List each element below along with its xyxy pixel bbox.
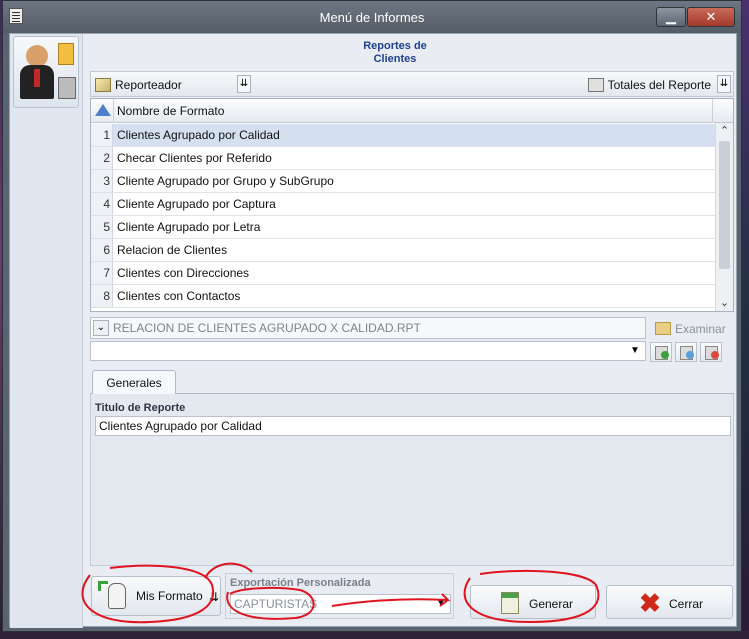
table-row[interactable]: 7 Clientes con Direcciones <box>91 262 717 285</box>
header-separator <box>712 99 713 123</box>
scroll-up-icon[interactable]: ⌃ <box>716 123 733 139</box>
grid-header: Nombre de Formato <box>91 99 733 123</box>
avatar-head <box>26 45 48 67</box>
examinar-button[interactable]: Examinar <box>652 318 733 339</box>
close-window-button[interactable]: ✕ <box>687 7 735 27</box>
titulo-label: Titulo de Reporte <box>95 402 186 414</box>
cerrar-button[interactable]: ✖ Cerrar <box>606 585 733 619</box>
delete-format-button[interactable] <box>700 342 722 362</box>
chevron-down-icon[interactable]: ⌄ <box>93 320 109 336</box>
table-row[interactable]: 4 Cliente Agrupado por Captura <box>91 193 717 216</box>
reporteador-button[interactable]: Reporteador <box>95 76 182 94</box>
scroll-thumb[interactable] <box>719 141 730 269</box>
export-dropdown-arrow[interactable]: ▼ <box>433 596 449 612</box>
minimize-button[interactable]: ▁ <box>656 7 686 27</box>
hand-pointer-icon <box>108 583 126 609</box>
section-title: Reportes de Clientes <box>363 40 427 62</box>
totales-label: Totales del Reporte <box>607 78 711 92</box>
calculator-icon <box>587 78 604 92</box>
folder-icon <box>655 322 671 335</box>
secondary-select[interactable]: ▼ <box>90 341 646 361</box>
tab-generales[interactable]: Generales <box>92 370 176 394</box>
table-row[interactable]: 5 Cliente Agrupado por Letra <box>91 216 717 239</box>
header-separator <box>113 99 114 123</box>
generate-report-icon <box>501 592 519 614</box>
computer-icon <box>58 77 76 99</box>
row-number: 1 <box>91 124 113 146</box>
table-row[interactable]: 8 Clientes con Contactos <box>91 285 717 308</box>
arrow-up-left-icon <box>98 581 108 591</box>
generales-panel: Titulo de Reporte Clientes Agrupado por … <box>90 394 734 566</box>
row-format-name: Checar Clientes por Referido <box>117 151 272 165</box>
titulo-reporte-input[interactable]: Clientes Agrupado por Calidad <box>95 416 731 436</box>
window-title: Menú de Informes <box>319 10 425 25</box>
avatar-tie <box>34 69 40 87</box>
row-number: 6 <box>91 239 113 261</box>
table-row[interactable]: 6 Relacion de Clientes <box>91 239 717 262</box>
report-menu-window: Menú de Informes ▁ ✕ Reportes de Cliente… <box>2 0 742 632</box>
close-x-icon: ✖ <box>639 588 661 618</box>
file-path-field[interactable]: ⌄ RELACION DE CLIENTES AGRUPADO X CALIDA… <box>90 317 646 339</box>
left-pane <box>10 34 83 628</box>
row-number: 2 <box>91 147 113 169</box>
mis-formato-label: Mis Formato <box>136 589 203 603</box>
column-header-nombre[interactable]: Nombre de Formato <box>117 99 224 123</box>
row-number: 3 <box>91 170 113 192</box>
file-path-text: RELACION DE CLIENTES AGRUPADO X CALIDAD.… <box>113 321 421 335</box>
desktop-background-bottom <box>0 631 749 639</box>
sort-ascending-icon[interactable] <box>95 104 111 116</box>
row-format-name: Relacion de Clientes <box>117 243 228 257</box>
dropdown-arrow-icon[interactable]: ▼ <box>627 343 643 359</box>
row-format-name: Cliente Agrupado por Captura <box>117 197 276 211</box>
table-row[interactable]: 1 Clientes Agrupado por Calidad <box>91 124 717 147</box>
export-value: CAPTURISTAS <box>234 597 318 611</box>
totales-dropdown-arrow[interactable]: ⇊ <box>717 75 731 93</box>
badge-icon <box>58 43 74 65</box>
row-number: 7 <box>91 262 113 284</box>
grid-vertical-scrollbar[interactable]: ⌃ ⌄ <box>715 123 733 311</box>
add-format-button[interactable] <box>650 342 672 362</box>
edit-format-button[interactable] <box>675 342 697 362</box>
export-label: Exportación Personalizada <box>230 577 371 589</box>
totales-reporte-button[interactable]: Totales del Reporte <box>587 76 711 94</box>
reporteador-dropdown-arrow[interactable]: ⇊ <box>237 75 251 93</box>
scroll-down-icon[interactable]: ⌄ <box>716 295 733 311</box>
user-avatar-icon <box>13 36 79 108</box>
row-number: 8 <box>91 285 113 307</box>
mis-formato-dropdown-arrow[interactable]: ⇊ <box>208 585 220 609</box>
title-bar[interactable]: Menú de Informes ▁ ✕ <box>3 1 741 33</box>
table-row[interactable]: 3 Cliente Agrupado por Grupo y SubGrupo <box>91 170 717 193</box>
export-select[interactable]: CAPTURISTAS ▼ <box>230 594 451 614</box>
row-number: 5 <box>91 216 113 238</box>
generar-label: Generar <box>529 597 574 611</box>
row-format-name: Clientes con Contactos <box>117 289 241 303</box>
mis-formato-button[interactable]: Mis Formato ⇊ <box>91 576 221 616</box>
cerrar-label: Cerrar <box>669 597 704 611</box>
export-personalizada-group: Exportación Personalizada CAPTURISTAS ▼ <box>225 573 454 619</box>
row-number: 4 <box>91 193 113 215</box>
report-writer-icon <box>95 78 111 92</box>
generar-button[interactable]: Generar <box>470 585 596 619</box>
report-toolbar: Reporteador ⇊ Totales del Reporte ⇊ <box>90 71 734 97</box>
examinar-label: Examinar <box>675 321 726 336</box>
tab-strip: Generales <box>90 368 734 394</box>
format-grid: Nombre de Formato 1 Clientes Agrupado por… <box>90 98 734 312</box>
reporteador-label: Reporteador <box>115 78 182 92</box>
table-row[interactable]: 2 Checar Clientes por Referido <box>91 147 717 170</box>
row-format-name: Clientes Agrupado por Calidad <box>117 128 280 142</box>
row-format-name: Cliente Agrupado por Grupo y SubGrupo <box>117 174 334 188</box>
row-format-name: Clientes con Direcciones <box>117 266 250 280</box>
row-format-name: Cliente Agrupado por Letra <box>117 220 261 234</box>
